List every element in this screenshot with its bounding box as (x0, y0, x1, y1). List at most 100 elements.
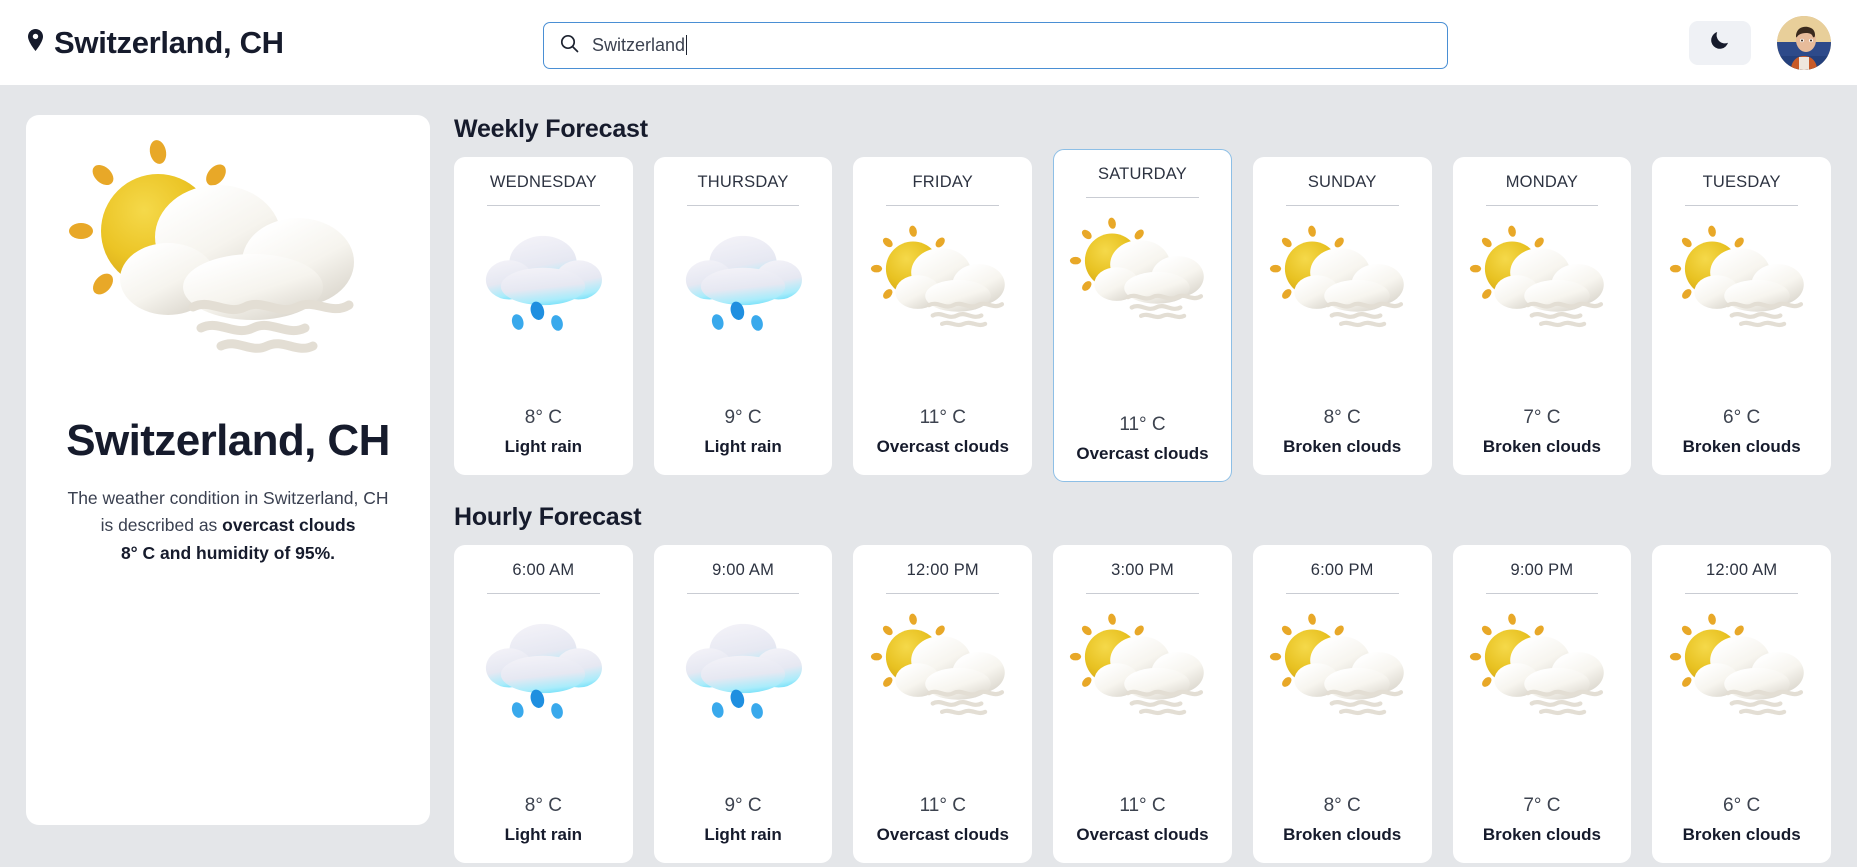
hourly-forecast-card[interactable]: 6:00 AM 8° C Light rain (454, 545, 633, 863)
condition: Broken clouds (1283, 437, 1402, 456)
hour-label: 9:00 AM (712, 561, 775, 579)
hourly-forecast-card[interactable]: 9:00 PM 7° C Broken clouds (1452, 545, 1632, 863)
sun-behind-cloud-mist-icon (1467, 214, 1617, 342)
divider (486, 205, 600, 206)
hour-label: 12:00 PM (906, 561, 979, 579)
rain-cloud-icon (668, 602, 818, 730)
main-content: Switzerland, CH The weather condition in… (0, 85, 1857, 867)
top-bar: Switzerland, CH Switzerland (0, 0, 1857, 85)
rain-cloud-icon (468, 214, 618, 342)
page-title: Switzerland, CH (66, 416, 390, 465)
hour-label: 12:00 AM (1705, 561, 1778, 579)
condition: Overcast clouds (876, 825, 1009, 844)
sun-behind-cloud-mist-icon (1067, 206, 1217, 334)
rain-cloud-icon (468, 602, 618, 730)
dark-mode-toggle-button[interactable] (1689, 20, 1751, 65)
divider (1285, 593, 1399, 594)
description-condition: overcast clouds (222, 515, 356, 536)
forecast-panel: Weekly Forecast WEDNESDAY 8° C Light rain T… (454, 115, 1831, 867)
temperature: 8° C (524, 407, 562, 428)
search-icon (560, 34, 579, 58)
sun-behind-cloud-mist-icon (1267, 214, 1417, 342)
temperature: 8° C (1323, 795, 1361, 816)
condition: Overcast clouds (1076, 444, 1209, 463)
condition: Broken clouds (1682, 825, 1801, 844)
weekly-forecast-card[interactable]: MONDAY 7° C Broken clouds (1452, 157, 1632, 475)
temperature: 7° C (1523, 795, 1561, 816)
temperature: 8° C (524, 795, 562, 816)
day-label: FRIDAY (912, 173, 974, 191)
search-input-value: Switzerland (592, 35, 686, 55)
sun-behind-cloud-mist-icon (1267, 602, 1417, 730)
divider (1485, 205, 1599, 206)
weekly-forecast-card[interactable]: FRIDAY 11° C Overcast clouds (853, 157, 1033, 475)
hourly-forecast-card[interactable]: 3:00 PM 11° C Overcast clouds (1053, 545, 1232, 863)
moon-icon (1709, 29, 1731, 56)
temperature: 8° C (1323, 407, 1361, 428)
rain-cloud-icon (668, 214, 818, 342)
divider (886, 205, 1000, 206)
divider (1685, 205, 1799, 206)
hourly-forecast-title: Hourly Forecast (454, 503, 642, 531)
hour-label: 6:00 AM (512, 561, 575, 579)
hour-label: 6:00 PM (1310, 561, 1374, 579)
weekly-forecast-card[interactable]: TUESDAY 6° C Broken clouds (1652, 157, 1831, 475)
temperature: 11° C (919, 795, 966, 816)
temperature: 7° C (1523, 407, 1561, 428)
day-label: MONDAY (1505, 173, 1579, 191)
divider (1086, 197, 1199, 198)
search-container[interactable]: Switzerland (543, 22, 1448, 69)
temperature: 11° C (1119, 795, 1166, 816)
divider (886, 593, 1000, 594)
sun-behind-cloud-mist-icon (1467, 602, 1617, 730)
sun-behind-cloud-mist-icon (868, 602, 1018, 730)
divider (1285, 205, 1399, 206)
divider (1685, 593, 1799, 594)
temperature: 6° C (1723, 795, 1761, 816)
hour-label: 3:00 PM (1111, 561, 1174, 579)
hour-label: 9:00 PM (1510, 561, 1574, 579)
day-label: SATURDAY (1097, 165, 1187, 183)
weekly-forecast-title: Weekly Forecast (454, 115, 648, 143)
current-weather-card: Switzerland, CH The weather condition in… (26, 115, 430, 825)
hourly-forecast-list: 6:00 AM 8° C Light rain 9:00 AM 9° C Light ra… (454, 545, 1831, 863)
sun-behind-cloud-mist-icon (1667, 602, 1817, 730)
temperature: 11° C (919, 407, 966, 428)
weekly-forecast-card[interactable]: SATURDAY 11° C Overcast clouds (1053, 149, 1232, 482)
top-bar-actions (1689, 0, 1831, 85)
divider (486, 593, 600, 594)
description-line-2-prefix: described as (118, 515, 223, 536)
sun-behind-cloud-mist-icon (1067, 602, 1217, 730)
search-input[interactable]: Switzerland (592, 35, 688, 56)
temperature: 6° C (1723, 407, 1761, 428)
sun-behind-cloud-mist-icon (1667, 214, 1817, 342)
condition: Light rain (704, 825, 782, 844)
divider (686, 205, 800, 206)
location-header: Switzerland, CH (26, 25, 284, 61)
hourly-forecast-card[interactable]: 12:00 PM 11° C Overcast clouds (853, 545, 1033, 863)
weekly-forecast-card[interactable]: SUNDAY 8° C Broken clouds (1252, 157, 1432, 475)
search-box[interactable]: Switzerland (543, 22, 1448, 69)
weekly-forecast-card[interactable]: WEDNESDAY 8° C Light rain (454, 157, 633, 475)
hourly-forecast-card[interactable]: 6:00 PM 8° C Broken clouds (1252, 545, 1432, 863)
temperature: 9° C (724, 795, 762, 816)
sun-behind-cloud-mist-icon (868, 214, 1018, 342)
description-line-3: 8° C and humidity of 95%. (120, 542, 336, 563)
temperature: 9° C (724, 407, 762, 428)
divider (1485, 593, 1599, 594)
divider (686, 593, 800, 594)
map-pin-icon (26, 28, 45, 58)
hourly-forecast-card[interactable]: 9:00 AM 9° C Light rain (653, 545, 833, 863)
condition: Broken clouds (1682, 437, 1801, 456)
user-avatar[interactable] (1777, 15, 1831, 70)
condition: Light rain (504, 437, 583, 456)
day-label: SUNDAY (1307, 173, 1377, 191)
condition: Broken clouds (1482, 825, 1601, 844)
weekly-forecast-list: WEDNESDAY 8° C Light rain THURSDAY 9° C Light… (454, 149, 1831, 482)
location-name: Switzerland, CH (54, 24, 284, 60)
weekly-forecast-card[interactable]: THURSDAY 9° C Light rain (653, 157, 833, 475)
condition: Overcast clouds (876, 437, 1009, 456)
hourly-forecast-card[interactable]: 12:00 AM 6° C Broken clouds (1652, 545, 1831, 863)
day-label: TUESDAY (1702, 173, 1781, 191)
text-cursor (686, 35, 688, 55)
